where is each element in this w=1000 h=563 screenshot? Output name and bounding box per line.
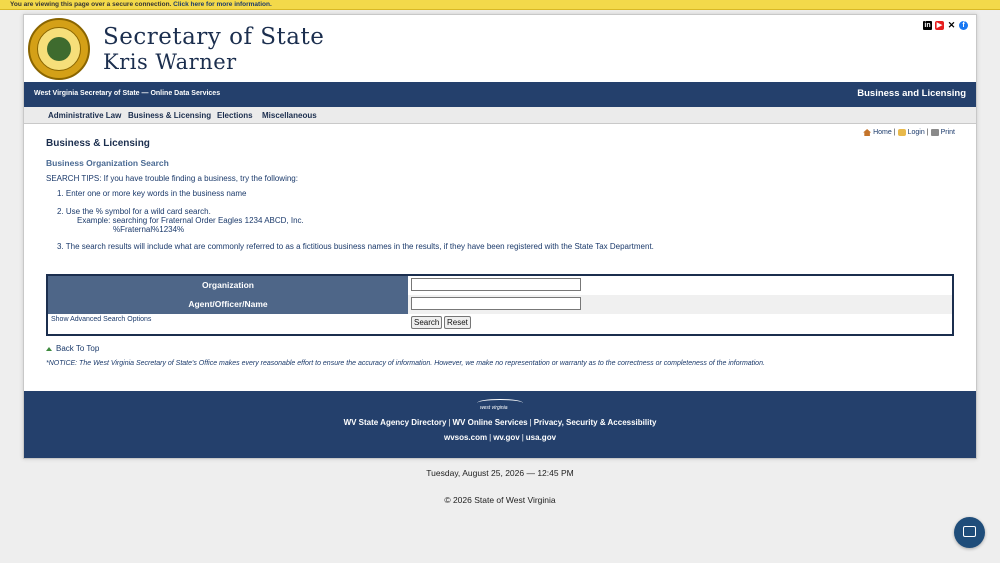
search-tip-2-example-value: %Fraternal%1234% xyxy=(113,225,185,234)
state-seal-icon[interactable] xyxy=(28,18,90,80)
business-search-form: Organization Agent/Officer/Name Show Adv… xyxy=(46,274,954,336)
search-tip-2: 2. Use the % symbol for a wild card sear… xyxy=(57,207,211,216)
nav-item-administrative-law[interactable]: Administrative Law xyxy=(48,111,121,120)
page-frame: Secretary of State Kris Warner in ▶ ✕ f … xyxy=(23,14,977,459)
site-title-line2[interactable]: Kris Warner xyxy=(103,50,237,74)
online-data-services-label: West Virginia Secretary of State — Onlin… xyxy=(34,90,221,97)
section-banner: West Virginia Secretary of State — Onlin… xyxy=(24,82,976,107)
west-virginia-logo-icon[interactable]: west virginia xyxy=(477,399,523,413)
agent-officer-name-input[interactable] xyxy=(411,297,581,310)
footer-separator: | xyxy=(489,433,492,442)
search-tip-3: 3. The search results will include what … xyxy=(57,242,654,251)
footer-links-primary: WV State Agency Directory | WV Online Serv… xyxy=(24,418,976,427)
utility-separator: | xyxy=(926,129,929,136)
nav-item-miscellaneous[interactable]: Miscellaneous xyxy=(262,111,317,120)
login-icon xyxy=(897,129,906,136)
organization-label: Organization xyxy=(48,276,408,295)
copyright-notice: © 2026 State of West Virginia xyxy=(444,495,556,505)
search-tip-2-example: Example: searching for Fraternal Order E… xyxy=(77,216,304,225)
home-link[interactable]: Home xyxy=(873,129,892,136)
accuracy-notice: *NOTICE: The West Virginia Secretary of … xyxy=(46,360,765,367)
footer-links-secondary: wvsos.com | wv.gov | usa.gov xyxy=(24,433,976,442)
search-tips-intro: SEARCH TIPS: If you have trouble finding… xyxy=(46,174,298,183)
footer-separator: | xyxy=(521,433,524,442)
agent-officer-name-label: Agent/Officer/Name xyxy=(48,295,408,314)
home-icon xyxy=(863,129,872,136)
utility-links: Home | Login | Print xyxy=(863,129,955,136)
footer-link-wvsos[interactable]: wvsos.com xyxy=(444,433,487,442)
chat-button[interactable] xyxy=(954,517,985,548)
print-link[interactable]: Print xyxy=(941,129,955,136)
back-to-top-link[interactable]: Back To Top xyxy=(56,344,99,353)
secure-info-link[interactable]: Click here for more information. xyxy=(173,1,272,8)
footer-link-online-services[interactable]: WV Online Services xyxy=(452,418,527,427)
organization-input[interactable] xyxy=(411,278,581,291)
secure-notice-text: You are viewing this page over a secure … xyxy=(10,1,174,8)
current-datetime: Tuesday, August 25, 2026 — 12:45 PM xyxy=(426,468,574,478)
facebook-icon[interactable]: f xyxy=(959,21,968,30)
login-link[interactable]: Login xyxy=(908,129,925,136)
reset-button[interactable]: Reset xyxy=(444,316,471,329)
footer-link-privacy[interactable]: Privacy, Security & Accessibility xyxy=(534,418,657,427)
footer-link-agency-directory[interactable]: WV State Agency Directory xyxy=(344,418,447,427)
main-nav: Administrative Law Business & Licensing … xyxy=(24,107,976,124)
site-header: Secretary of State Kris Warner in ▶ ✕ f xyxy=(24,15,976,82)
nav-item-elections[interactable]: Elections xyxy=(217,111,253,120)
x-icon[interactable]: ✕ xyxy=(947,21,956,30)
print-icon xyxy=(930,129,939,136)
search-button[interactable]: Search xyxy=(411,316,443,329)
youtube-icon[interactable]: ▶ xyxy=(935,21,944,30)
site-footer: west virginia WV State Agency Directory |… xyxy=(24,391,976,458)
footer-separator: | xyxy=(448,418,451,427)
footer-link-wvgov[interactable]: wv.gov xyxy=(493,433,520,442)
back-to-top[interactable]: Back To Top xyxy=(46,344,99,353)
chat-icon xyxy=(963,526,976,537)
search-tip-1: 1. Enter one or more key words in the bu… xyxy=(57,189,247,198)
page-title: Business & Licensing xyxy=(46,138,150,149)
show-advanced-search-link[interactable]: Show Advanced Search Options xyxy=(51,316,151,323)
social-links: in ▶ ✕ f xyxy=(923,21,968,30)
nav-item-business-licensing[interactable]: Business & Licensing xyxy=(128,111,211,120)
page-subtitle: Business Organization Search xyxy=(46,158,169,168)
utility-separator: | xyxy=(893,129,896,136)
arrow-up-icon xyxy=(46,346,52,351)
west-virginia-logo-text: west virginia xyxy=(480,405,508,411)
section-title: Business and Licensing xyxy=(857,88,966,99)
site-title-line1[interactable]: Secretary of State xyxy=(103,24,324,50)
footer-link-usagov[interactable]: usa.gov xyxy=(526,433,556,442)
secure-connection-bar: You are viewing this page over a secure … xyxy=(0,0,1000,10)
main-content: Home | Login | Print Business & Licensin… xyxy=(24,125,976,391)
footer-separator: | xyxy=(529,418,532,427)
linkedin-icon[interactable]: in xyxy=(923,21,932,30)
